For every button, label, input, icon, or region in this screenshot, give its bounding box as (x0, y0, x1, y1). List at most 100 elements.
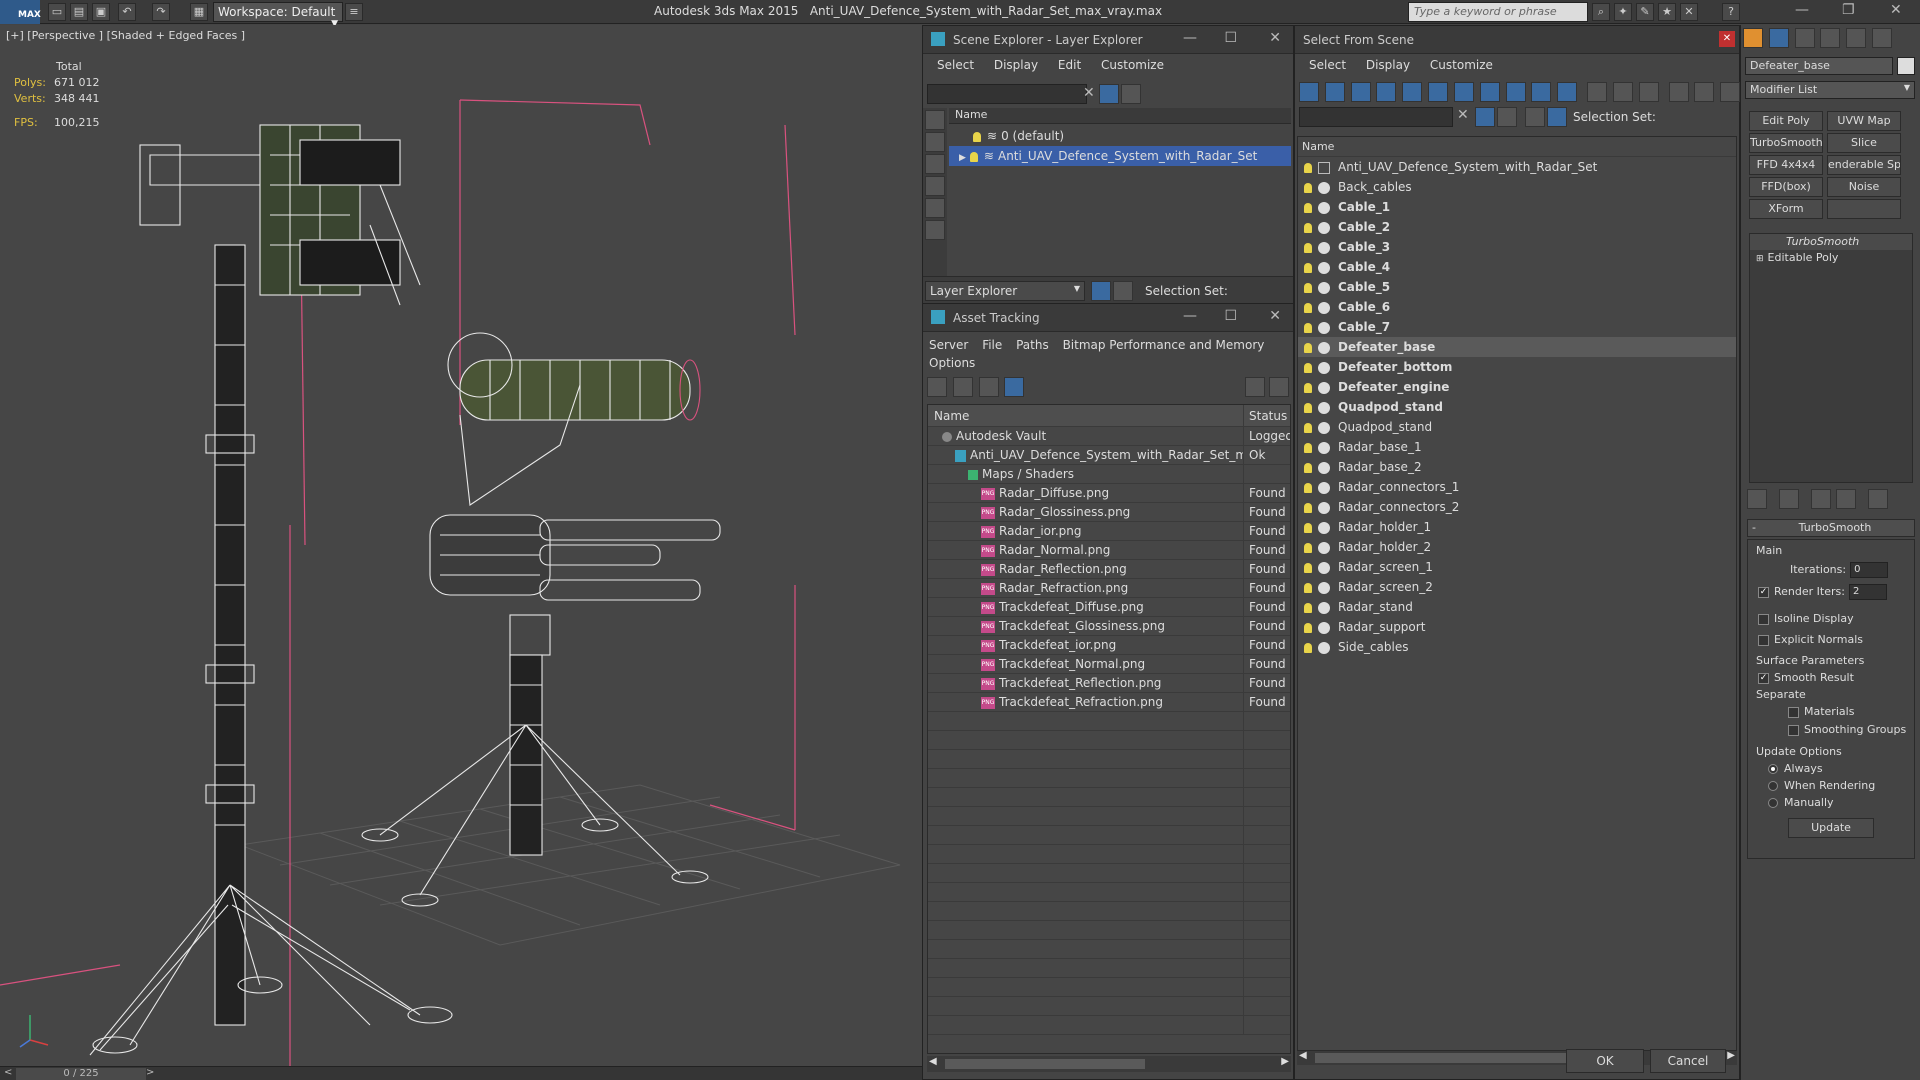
menu-display[interactable]: Display (1366, 58, 1410, 72)
project-icon[interactable]: ▦ (190, 3, 208, 21)
motion-tab-icon[interactable] (1820, 28, 1841, 48)
pin-stack-icon[interactable] (1747, 489, 1767, 509)
menu-server[interactable]: Server (929, 338, 968, 352)
list-view-icon[interactable] (952, 377, 973, 397)
refresh-icon[interactable] (927, 377, 947, 397)
display-objects-icon[interactable] (925, 110, 945, 130)
xform-button[interactable]: XForm (1749, 199, 1823, 219)
subscription-icon[interactable]: ✎ (1636, 3, 1654, 21)
lightbulb-icon[interactable] (1304, 222, 1312, 233)
uvw-map-button[interactable]: UVW Map (1827, 111, 1901, 131)
object-row[interactable]: Radar_connectors_1 (1298, 477, 1736, 497)
minimize-icon[interactable]: — (1183, 30, 1197, 46)
scroll-left-icon[interactable]: ◀ (929, 1056, 937, 1067)
layer-row[interactable]: ≋ 0 (default) (949, 126, 1291, 146)
object-row[interactable]: Back_cables (1298, 177, 1736, 197)
object-row[interactable]: Radar_screen_1 (1298, 557, 1736, 577)
lightbulb-icon[interactable] (1304, 242, 1312, 253)
object-name-field[interactable]: Defeater_base (1745, 57, 1893, 75)
object-row[interactable]: Radar_connectors_2 (1298, 497, 1736, 517)
object-row[interactable]: Anti_UAV_Defence_System_with_Radar_Set (1298, 157, 1736, 177)
asset-row[interactable]: Maps / Shaders (928, 465, 1290, 484)
lightbulb-icon[interactable] (1304, 482, 1312, 493)
exchange-icon[interactable]: ✕ (1680, 3, 1698, 21)
close-icon[interactable]: ✕ (1269, 308, 1281, 324)
hierarchy-icon[interactable] (1547, 107, 1567, 127)
lightbulb-icon[interactable] (1304, 502, 1312, 513)
maximize-icon[interactable]: ☐ (1224, 30, 1237, 46)
show-end-result-icon[interactable] (1778, 489, 1799, 509)
expand-arrow-icon[interactable]: ▶ (959, 153, 966, 163)
redo-icon[interactable]: ↷ (152, 3, 170, 21)
select-invert-icon[interactable] (1638, 82, 1659, 102)
explicit-normals-checkbox[interactable] (1758, 634, 1769, 646)
lightbulb-icon[interactable] (1304, 182, 1312, 193)
object-row[interactable]: Radar_holder_2 (1298, 537, 1736, 557)
renderable-spline-button[interactable]: enderable Spli (1827, 155, 1901, 175)
binoculars-icon[interactable]: ⌕ (1592, 3, 1610, 21)
asset-row[interactable]: PNG Trackdefeat_Refraction.png Found (928, 693, 1290, 712)
funnel-icon[interactable] (1668, 82, 1689, 102)
new-file-icon[interactable]: ▭ (48, 3, 66, 21)
layer-row-selected[interactable]: ▶ ≋ Anti_UAV_Defence_System_with_Radar_Set (949, 146, 1291, 166)
time-slider[interactable]: < 0 / 225 > (0, 1066, 922, 1080)
asset-row[interactable]: PNG Radar_Reflection.png Found (928, 560, 1290, 579)
utilities-tab-icon[interactable] (1872, 28, 1893, 48)
column-header-status[interactable]: Status (1244, 405, 1290, 426)
smoothing-groups-checkbox[interactable] (1788, 724, 1799, 736)
containers-filter-icon[interactable] (1531, 82, 1552, 102)
explorer-type-dropdown[interactable]: Layer Explorer ▼ (925, 281, 1085, 301)
lightbulb-icon[interactable] (1304, 162, 1312, 173)
always-radio[interactable] (1768, 764, 1778, 774)
object-row[interactable]: Defeater_base (1298, 337, 1736, 357)
modify-tab-icon[interactable] (1768, 28, 1789, 48)
help-icon[interactable]: ? (1722, 3, 1740, 21)
menu-icon[interactable]: ≡ (345, 3, 363, 21)
asset-row[interactable]: PNG Trackdefeat_Glossiness.png Found (928, 617, 1290, 636)
layer-filter-icon[interactable] (1121, 84, 1141, 104)
object-row[interactable]: Cable_6 (1298, 297, 1736, 317)
menu-file[interactable]: File (982, 338, 1002, 352)
display-tab-icon[interactable] (1846, 28, 1867, 48)
lightbulb-icon[interactable] (1304, 422, 1312, 433)
object-row[interactable]: Defeater_engine (1298, 377, 1736, 397)
asset-tracking-title[interactable]: Asset Tracking — ☐ ✕ (923, 304, 1293, 332)
time-next-button[interactable]: > (146, 1067, 154, 1078)
lightbulb-icon[interactable] (1304, 302, 1312, 313)
menu-edit[interactable]: Edit (1058, 58, 1081, 72)
lightbulb-icon[interactable] (969, 151, 978, 162)
make-unique-icon[interactable] (1810, 489, 1831, 509)
layers-icon[interactable] (1091, 281, 1111, 301)
lightbulb-icon[interactable] (1304, 602, 1312, 613)
menu-select[interactable]: Select (937, 58, 974, 72)
scroll-right-icon[interactable]: ▶ (1281, 1056, 1289, 1067)
slice-button[interactable]: Slice (1827, 133, 1901, 153)
spacewarps-filter-icon[interactable] (1428, 82, 1449, 102)
asset-row[interactable]: PNG Radar_ior.png Found (928, 522, 1290, 541)
sort-icon[interactable] (1694, 82, 1715, 102)
stack-item-turbosmooth[interactable]: TurboSmooth (1750, 234, 1912, 250)
menu-select[interactable]: Select (1309, 58, 1346, 72)
lightbulb-icon[interactable] (1304, 262, 1312, 273)
asset-row[interactable]: PNG Trackdefeat_Diffuse.png Found (928, 598, 1290, 617)
object-row[interactable]: Side_cables (1298, 637, 1736, 657)
lightbulb-icon[interactable] (1304, 322, 1312, 333)
scene-explorer-title[interactable]: Scene Explorer - Layer Explorer — ☐ ✕ (923, 26, 1293, 54)
asset-row[interactable]: PNG Trackdefeat_ior.png Found (928, 636, 1290, 655)
object-row[interactable]: Cable_4 (1298, 257, 1736, 277)
object-row[interactable]: Quadpod_stand (1298, 417, 1736, 437)
remove-modifier-icon[interactable] (1836, 489, 1857, 509)
lightbulb-icon[interactable] (1304, 382, 1312, 393)
close-icon[interactable]: ✕ (1719, 31, 1735, 47)
render-iters-checkbox[interactable]: ✓ (1758, 586, 1769, 598)
asset-row[interactable]: PNG Radar_Diffuse.png Found (928, 484, 1290, 503)
lightbulb-icon[interactable] (1304, 202, 1312, 213)
object-search-input[interactable] (1299, 107, 1453, 127)
xrefs-filter-icon[interactable] (1479, 82, 1500, 102)
hierarchy-tab-icon[interactable] (1794, 28, 1815, 48)
object-row[interactable]: Radar_base_2 (1298, 457, 1736, 477)
menu-display[interactable]: Display (994, 58, 1038, 72)
close-icon[interactable]: ✕ (1269, 30, 1281, 46)
display-cameras-icon[interactable] (925, 198, 945, 218)
horizontal-scrollbar[interactable]: ◀ ▶ (927, 1056, 1291, 1072)
